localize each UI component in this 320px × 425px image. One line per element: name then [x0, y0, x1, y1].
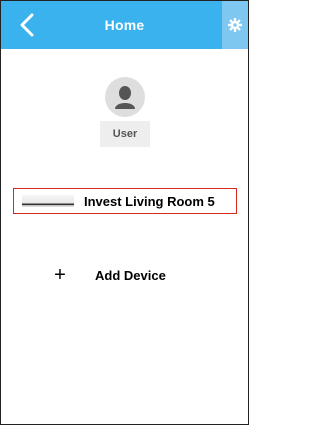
air-conditioner-icon [22, 195, 74, 207]
user-silhouette-icon [115, 86, 135, 109]
page-title: Home [104, 17, 145, 33]
avatar [105, 77, 145, 117]
user-label: User [100, 121, 150, 147]
user-profile[interactable]: User [100, 77, 150, 147]
add-device-label: Add Device [95, 267, 166, 283]
header-bar: Home [1, 1, 248, 49]
add-device-button[interactable]: + Add Device [51, 263, 166, 287]
settings-button[interactable] [222, 1, 248, 49]
device-list-item[interactable]: Invest Living Room 5 [13, 188, 237, 214]
gear-icon [228, 18, 242, 32]
app-screen: Home User Invest Living Room 5 + Add Dev… [0, 0, 249, 425]
device-name: Invest Living Room 5 [84, 193, 215, 209]
plus-icon: + [54, 263, 66, 286]
